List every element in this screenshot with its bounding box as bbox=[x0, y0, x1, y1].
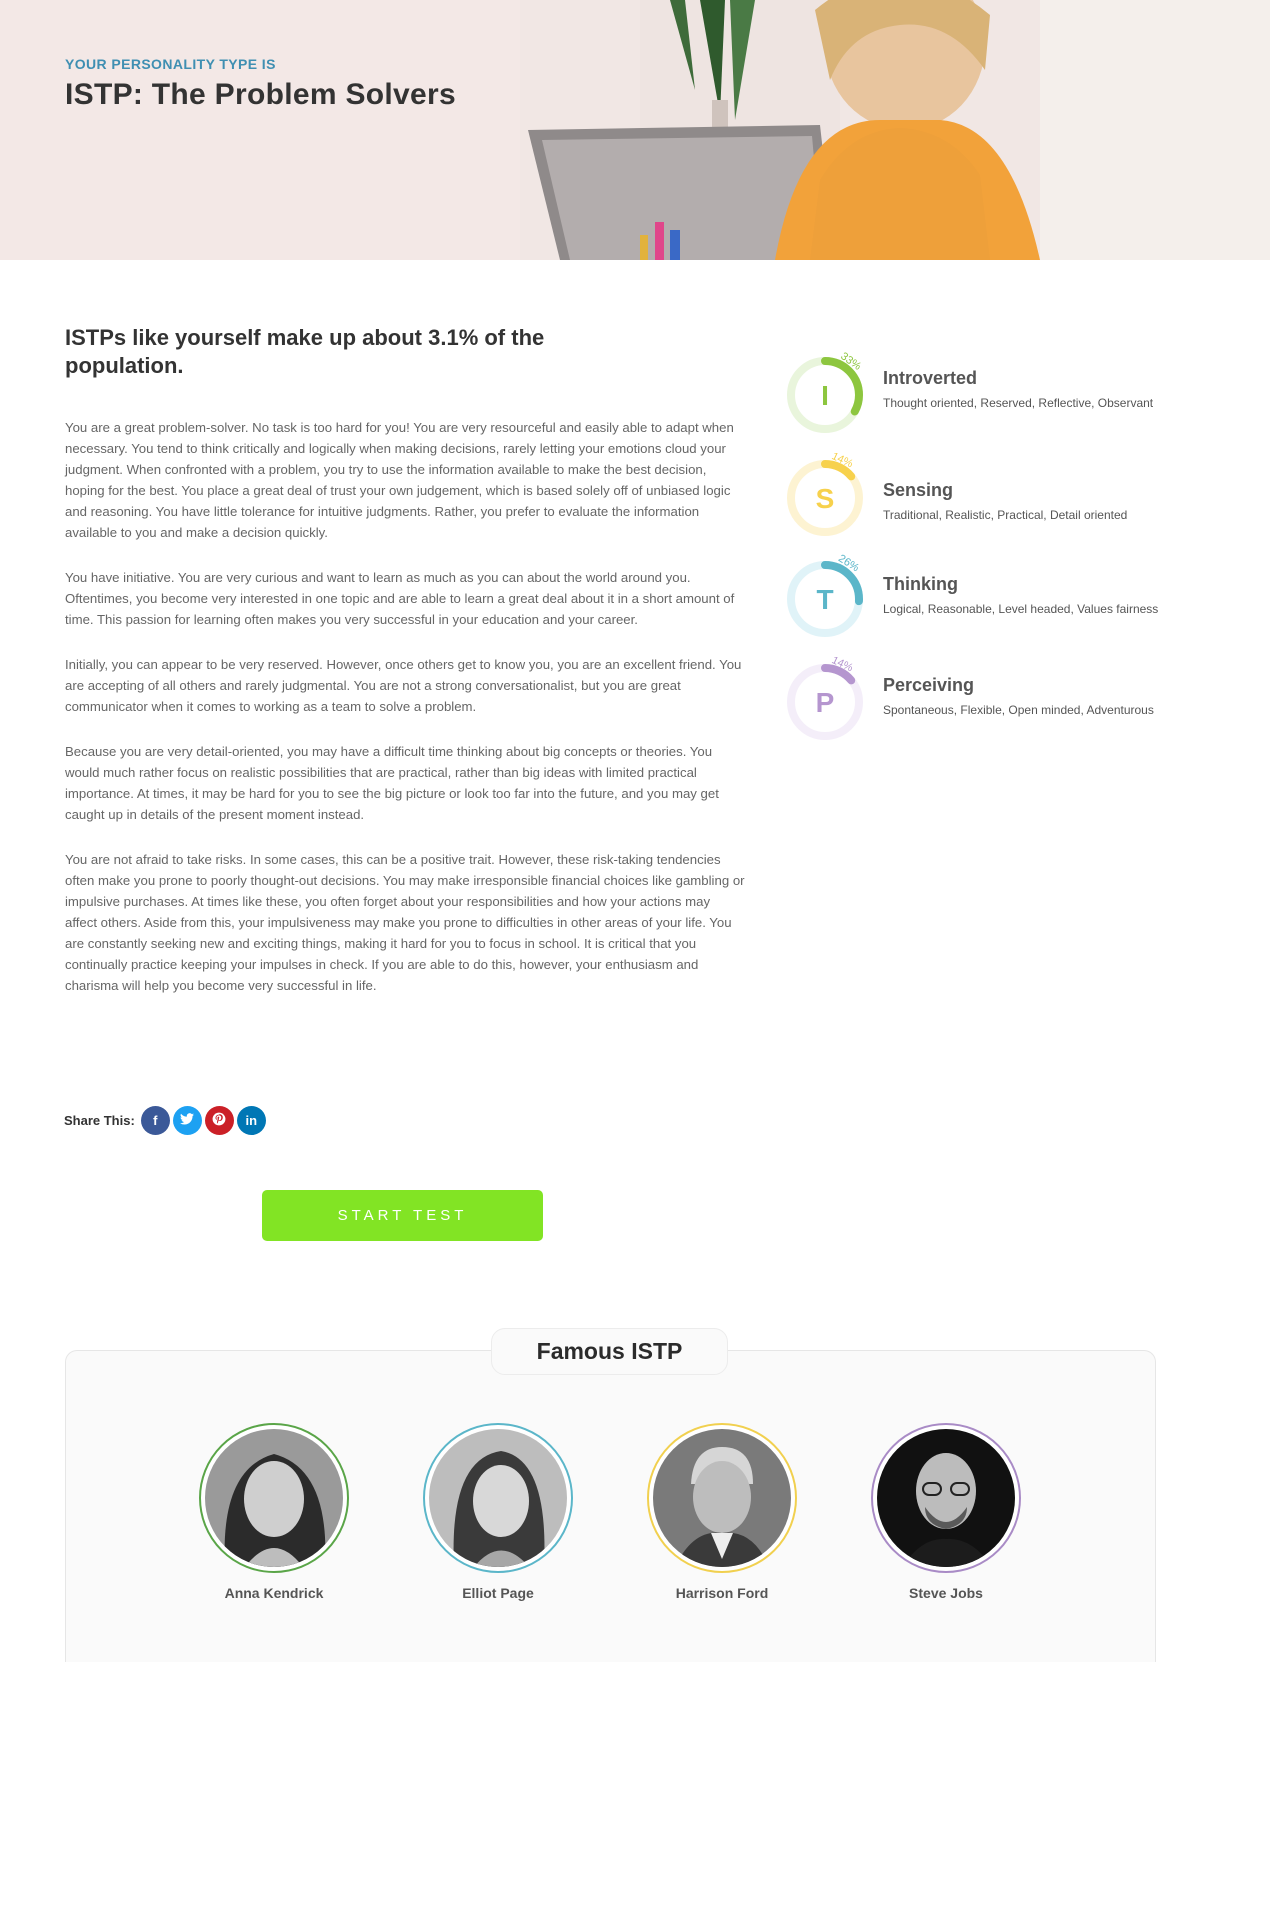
famous-person[interactable]: Harrison Ford bbox=[647, 1423, 797, 1601]
trait-introverted: I 33% Introverted Thought oriented, Rese… bbox=[783, 350, 1203, 440]
person-name: Harrison Ford bbox=[675, 1585, 769, 1601]
hero-eyebrow: YOUR PERSONALITY TYPE IS bbox=[65, 56, 276, 72]
facebook-icon: f bbox=[153, 1112, 158, 1128]
trait-name: Introverted bbox=[883, 368, 978, 388]
trait-name: Thinking bbox=[883, 574, 958, 594]
twitter-share-button[interactable] bbox=[172, 1105, 202, 1135]
portrait-image bbox=[877, 1429, 1015, 1567]
description-paragraph: You have initiative. You are very curiou… bbox=[65, 570, 735, 627]
trait-name: Sensing bbox=[883, 480, 954, 500]
trait-description: Spontaneous, Flexible, Open minded, Adve… bbox=[883, 703, 1154, 717]
person-name: Elliot Page bbox=[462, 1585, 534, 1601]
start-test-button[interactable]: START TEST bbox=[262, 1190, 543, 1241]
pinterest-icon bbox=[212, 1112, 226, 1129]
trait-thinking: T 26% Thinking Logical, Reasonable, Leve… bbox=[783, 554, 1203, 644]
person-name: Anna Kendrick bbox=[224, 1585, 324, 1601]
portrait-image bbox=[205, 1429, 343, 1567]
page-title: ISTP: The Problem Solvers bbox=[65, 78, 456, 111]
trait-ring: I 33% bbox=[787, 350, 863, 433]
description: You are a great problem-solver. No task … bbox=[65, 417, 745, 1020]
twitter-icon bbox=[180, 1112, 195, 1128]
description-paragraph: You are not afraid to take risks. In som… bbox=[65, 852, 745, 993]
trait-ring: S 14% bbox=[787, 453, 863, 536]
trait-letter: S bbox=[816, 483, 835, 514]
description-paragraph: You are a great problem-solver. No task … bbox=[65, 420, 734, 540]
trait-description: Thought oriented, Reserved, Reflective, … bbox=[883, 396, 1154, 410]
portrait-image bbox=[429, 1429, 567, 1567]
famous-title: Famous ISTP bbox=[491, 1328, 728, 1375]
avatar bbox=[199, 1423, 349, 1573]
hero-banner: YOUR PERSONALITY TYPE IS ISTP: The Probl… bbox=[0, 0, 1270, 260]
portrait-image bbox=[653, 1429, 791, 1567]
hero-photo bbox=[520, 0, 1270, 260]
famous-person[interactable]: Steve Jobs bbox=[871, 1423, 1021, 1601]
description-paragraph: Because you are very detail-oriented, yo… bbox=[65, 744, 719, 822]
pinterest-share-button[interactable] bbox=[204, 1105, 234, 1135]
trait-description: Traditional, Realistic, Practical, Detai… bbox=[883, 508, 1128, 522]
linkedin-icon: in bbox=[245, 1112, 258, 1128]
avatar bbox=[647, 1423, 797, 1573]
famous-person[interactable]: Elliot Page bbox=[423, 1423, 573, 1601]
person-name: Steve Jobs bbox=[909, 1585, 983, 1601]
share-bar: Share This: f in bbox=[64, 1104, 269, 1136]
description-paragraph: Initially, you can appear to be very res… bbox=[65, 657, 742, 714]
avatar bbox=[423, 1423, 573, 1573]
facebook-share-button[interactable]: f bbox=[140, 1105, 170, 1135]
trait-name: Perceiving bbox=[883, 675, 975, 695]
trait-ring: P 14% bbox=[787, 657, 863, 740]
trait-letter: P bbox=[816, 687, 835, 718]
trait-ring: T 26% bbox=[787, 554, 863, 637]
linkedin-share-button[interactable]: in bbox=[236, 1105, 266, 1135]
trait-letter: I bbox=[821, 380, 829, 411]
trait-sensing: S 14% Sensing Traditional, Realistic, Pr… bbox=[783, 453, 1203, 543]
avatar bbox=[871, 1423, 1021, 1573]
population-headline: ISTPs like yourself make up about 3.1% o… bbox=[65, 325, 545, 378]
share-label: Share This: bbox=[64, 1112, 135, 1128]
trait-perceiving: P 14% Perceiving Spontaneous, Flexible, … bbox=[783, 657, 1203, 747]
famous-person[interactable]: Anna Kendrick bbox=[199, 1423, 349, 1601]
trait-letter: T bbox=[816, 584, 833, 615]
trait-description: Logical, Reasonable, Level headed, Value… bbox=[883, 602, 1159, 616]
